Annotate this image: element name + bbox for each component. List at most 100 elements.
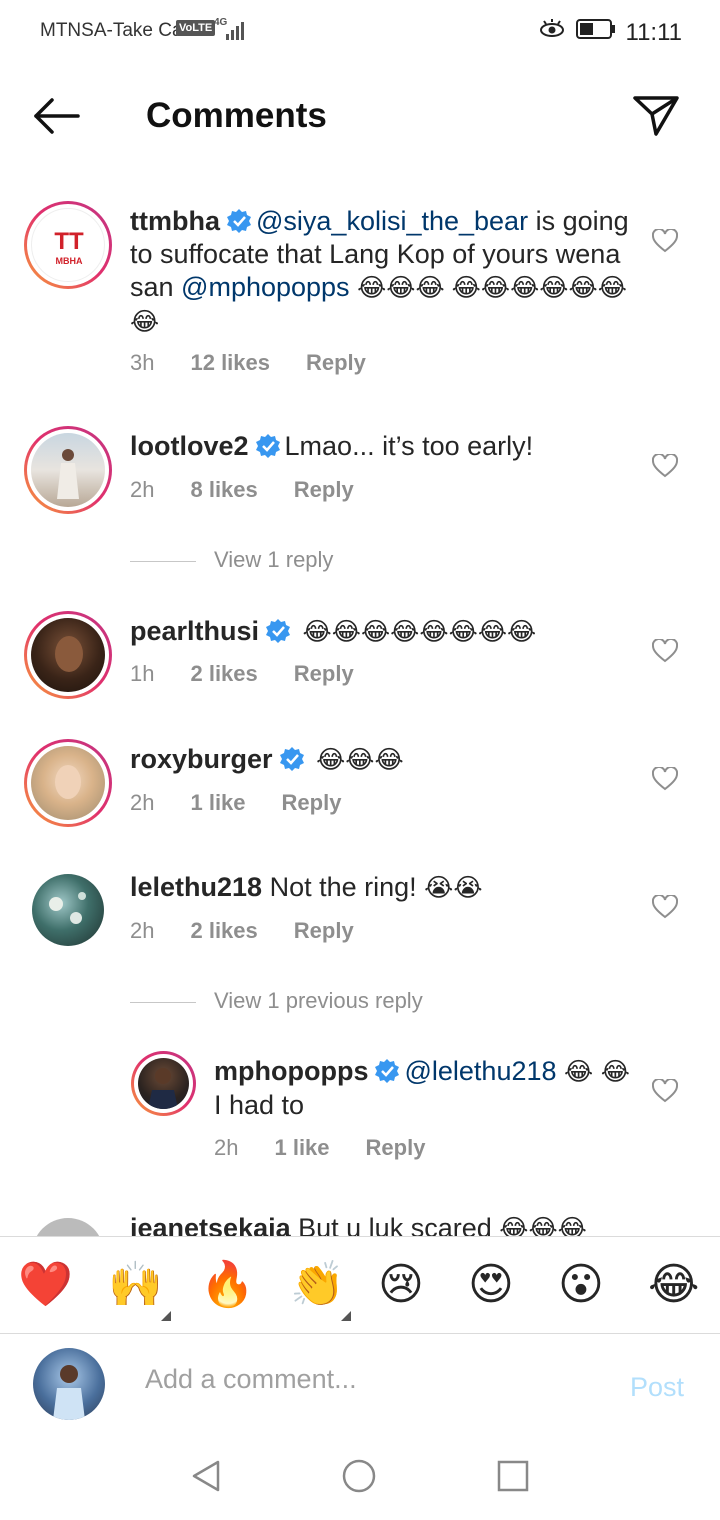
network-type: 4G [214,17,228,28]
view-replies-label[interactable]: View 1 reply [214,547,333,572]
avatar-mphopopps[interactable] [131,1051,196,1116]
post-button[interactable]: Post [630,1372,684,1403]
verified-badge-icon [266,619,291,643]
heart-eyes-emoji-button[interactable]: 😍 [468,1259,514,1311]
comment-likes[interactable]: 12 likes [190,350,270,375]
laughing-emoji-button[interactable]: 😂 [648,1259,699,1311]
comment-username[interactable]: lootlove2 [130,431,249,461]
comment-body: roxyburger 😂😂😂 [130,743,630,777]
comment-likes[interactable]: 1 like [190,790,245,815]
recents-nav-icon[interactable] [495,1458,531,1494]
comment-time: 2h [130,477,155,502]
comment-meta: 2h 1 like Reply [130,790,377,816]
like-heart-icon[interactable] [652,767,678,791]
verified-badge-icon [375,1059,400,1083]
comment-emojis: 😂😂😂😂😂😂😂😂 [302,618,537,646]
comment-mention[interactable]: @mphopopps [181,272,350,302]
comment-likes[interactable]: 2 likes [190,661,257,686]
comment-username[interactable]: roxyburger [130,744,273,774]
fire-emoji-button[interactable]: 🔥 [200,1259,255,1311]
back-arrow-icon[interactable] [30,94,82,138]
comment-body: pearlthusi 😂😂😂😂😂😂😂😂 [130,615,630,649]
reply-button[interactable]: Reply [282,790,342,815]
avatar-lootlove2[interactable] [24,426,112,514]
comment-meta: 2h 8 likes Reply [130,477,390,503]
like-heart-icon[interactable] [652,229,678,253]
view-replies-button[interactable]: View 1 reply [130,547,333,573]
avatar-lelethu218[interactable] [32,874,104,946]
svg-text:TT: TT [54,228,84,255]
clapping-emoji-button[interactable]: 👏 [290,1259,345,1311]
person-photo-icon [53,1365,85,1420]
reply-button[interactable]: Reply [294,918,354,943]
signal-icon: 4G [212,14,252,50]
divider [130,560,196,562]
comment-mention[interactable]: @lelethu218 [404,1056,556,1086]
comment-time: 2h [214,1135,239,1160]
skin-tone-indicator-icon [161,1311,171,1321]
comment-meta: 3h 12 likes Reply [130,350,402,376]
person-photo-icon [148,1068,178,1109]
comment-body: lootlove2 Lmao... it’s too early! [130,430,630,463]
home-nav-icon[interactable] [341,1458,377,1494]
reply-button[interactable]: Reply [294,661,354,686]
person-photo-icon [55,636,83,672]
comment-composer: Post [0,1333,720,1436]
avatar-pearlthusi[interactable] [24,611,112,699]
flowers-photo-icon [49,892,86,924]
comment-time: 3h [130,350,155,375]
comment-mention[interactable]: @siya_kolisi_the_bear [256,206,528,236]
svg-text:MBHA: MBHA [56,256,83,266]
comment-body: mphopopps @lelethu218 😂 😂 I had to [214,1055,634,1122]
comment-text: I had to [214,1090,305,1120]
skin-tone-indicator-icon [341,1311,351,1321]
view-previous-reply-button[interactable]: View 1 previous reply [130,988,423,1014]
comment-input[interactable] [145,1364,615,1395]
reply-button[interactable]: Reply [366,1135,426,1160]
comment-username[interactable]: lelethu218 [130,872,262,902]
person-photo-icon [55,765,81,799]
comment-meta: 2h 2 likes Reply [130,918,390,944]
ttmbha-logo-icon: TT MBHA [54,228,84,266]
avatar-roxyburger[interactable] [24,739,112,827]
app-header: Comments [0,62,720,172]
verified-badge-icon [279,747,304,771]
comment-meta: 2h 1 like Reply [214,1135,461,1161]
comment-body: ttmbha @siya_kolisi_the_bear is going to … [130,205,630,339]
comment-username[interactable]: pearlthusi [130,616,259,646]
emoji-quick-bar: ❤️ 🙌 🔥 👏 😢 😍 😮 😂 [0,1236,720,1333]
comment-username[interactable]: ttmbha [130,206,220,236]
like-heart-icon[interactable] [652,1079,678,1103]
verified-badge-icon [227,209,251,233]
comment-emoji: 😂 [564,1058,594,1086]
page-title: Comments [146,96,327,135]
direct-send-icon[interactable] [630,92,682,140]
comment-likes[interactable]: 8 likes [190,477,257,502]
comment-likes[interactable]: 2 likes [190,918,257,943]
carrier-name: MTNSA-Take Ca [40,20,183,41]
like-heart-icon[interactable] [652,639,678,663]
reply-button[interactable]: Reply [294,477,354,502]
comment-emojis: 😂😂😂 [316,746,404,774]
comment-time: 2h [130,918,155,943]
comment-emoji: 😂 [600,1058,630,1086]
crying-emoji-button[interactable]: 😢 [378,1259,424,1311]
comment-text: Not the ring! [269,872,425,902]
raising-hands-emoji-button[interactable]: 🙌 [108,1259,163,1311]
comment-likes[interactable]: 1 like [274,1135,329,1160]
surprised-emoji-button[interactable]: 😮 [558,1259,604,1311]
comment-time: 1h [130,661,155,686]
view-replies-label[interactable]: View 1 previous reply [214,988,423,1013]
avatar-ttmbha[interactable]: TT MBHA [24,201,112,289]
reply-button[interactable]: Reply [306,350,366,375]
comment-username[interactable]: mphopopps [214,1056,368,1086]
like-heart-icon[interactable] [652,895,678,919]
person-photo-icon [57,449,79,499]
comment-time: 2h [130,790,155,815]
eye-comfort-icon [538,18,566,47]
comment-body: lelethu218 Not the ring! 😭😭 [130,871,630,905]
heart-emoji-button[interactable]: ❤️ [18,1259,73,1311]
like-heart-icon[interactable] [652,454,678,478]
current-user-avatar [33,1348,105,1420]
back-nav-icon[interactable] [188,1458,224,1494]
